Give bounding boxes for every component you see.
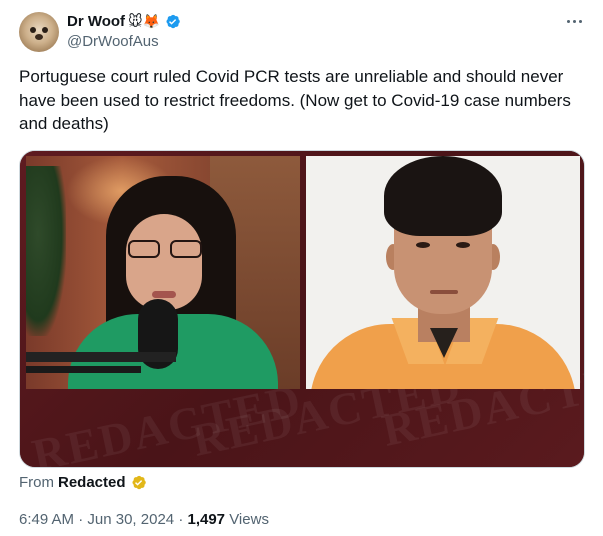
source-prefix: From xyxy=(19,474,54,491)
more-icon[interactable] xyxy=(564,11,584,31)
meta-separator: · xyxy=(178,511,184,528)
gold-check-badge-icon xyxy=(132,475,146,490)
video-panel-host xyxy=(26,156,300,389)
tweet-date[interactable]: Jun 30, 2024 xyxy=(87,511,174,528)
author-handle[interactable]: @DrWoofAus xyxy=(67,33,159,50)
author-display-name[interactable]: Dr Woof xyxy=(67,13,125,30)
source-name-link[interactable]: Redacted xyxy=(58,474,126,491)
tweet-card: Dr Woof 🐭🦊 @DrWoofAus Portuguese court r… xyxy=(0,0,603,536)
source-attribution: From Redacted xyxy=(19,474,147,491)
verified-badge-icon xyxy=(166,14,180,28)
author-name-row: Dr Woof 🐭🦊 xyxy=(67,11,181,31)
author-name-emojis: 🐭🦊 xyxy=(128,13,161,29)
tweet-time[interactable]: 6:49 AM xyxy=(19,511,74,528)
views-count: 1,497 xyxy=(187,511,226,528)
avatar[interactable] xyxy=(19,12,59,52)
views-label: Views xyxy=(229,511,269,528)
avatar-eye xyxy=(30,27,36,33)
tweet-meta: 6:49 AM · Jun 30, 2024 · 1,497 Views xyxy=(19,511,269,528)
avatar-nose xyxy=(35,34,43,40)
tweet-text: Portuguese court ruled Covid PCR tests a… xyxy=(19,67,571,133)
video-media[interactable]: REDACTED REDACTED REDACTED xyxy=(19,150,585,468)
avatar-eye xyxy=(42,27,48,33)
video-panel-guest xyxy=(306,156,580,389)
meta-separator: · xyxy=(78,511,84,528)
